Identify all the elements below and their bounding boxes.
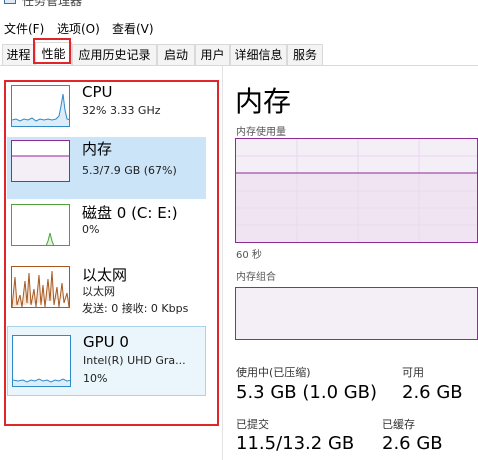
tab-users[interactable]: 用户 [195,44,230,65]
cached-value: 2.6 GB [382,433,443,454]
time-axis-label: 60 秒 [236,250,262,261]
memory-usage-label: 内存使用量 [236,127,286,138]
in-use-value: 5.3 GB (1.0 GB) [236,382,378,403]
sidebar-divider [222,66,223,460]
tab-performance[interactable]: 性能 [35,42,72,65]
available-value: 2.6 GB [402,382,463,403]
tab-startup[interactable]: 启动 [157,44,195,65]
memory-usage-graph [235,138,478,243]
tab-app-history[interactable]: 应用历史记录 [72,44,157,65]
menu-file[interactable]: 文件(F) [4,20,44,37]
memory-composition-label: 内存组合 [236,272,276,283]
available-label: 可用 [402,366,424,379]
title-bar: 任务管理器 [0,0,478,8]
in-use-label: 使用中(已压缩) [236,366,311,379]
tab-services[interactable]: 服务 [287,44,323,65]
menu-options[interactable]: 选项(O) [57,20,100,37]
tab-processes[interactable]: 进程 [2,44,35,65]
committed-label: 已提交 [236,418,269,431]
tab-details[interactable]: 详细信息 [230,44,287,65]
window-title: 任务管理器 [22,0,83,8]
committed-value: 11.5/13.2 GB [236,433,355,454]
menu-view[interactable]: 查看(V) [112,20,154,37]
task-manager-icon [4,0,16,4]
cached-label: 已缓存 [382,418,415,431]
tab-bar: 进程 性能 应用历史记录 启动 用户 详细信息 服务 [0,42,478,66]
page-title: 内存 [235,85,292,118]
memory-composition-bar [235,287,478,340]
sidebar-highlight-box [4,80,219,426]
menu-bar: 文件(F) 选项(O) 查看(V) [0,18,478,38]
